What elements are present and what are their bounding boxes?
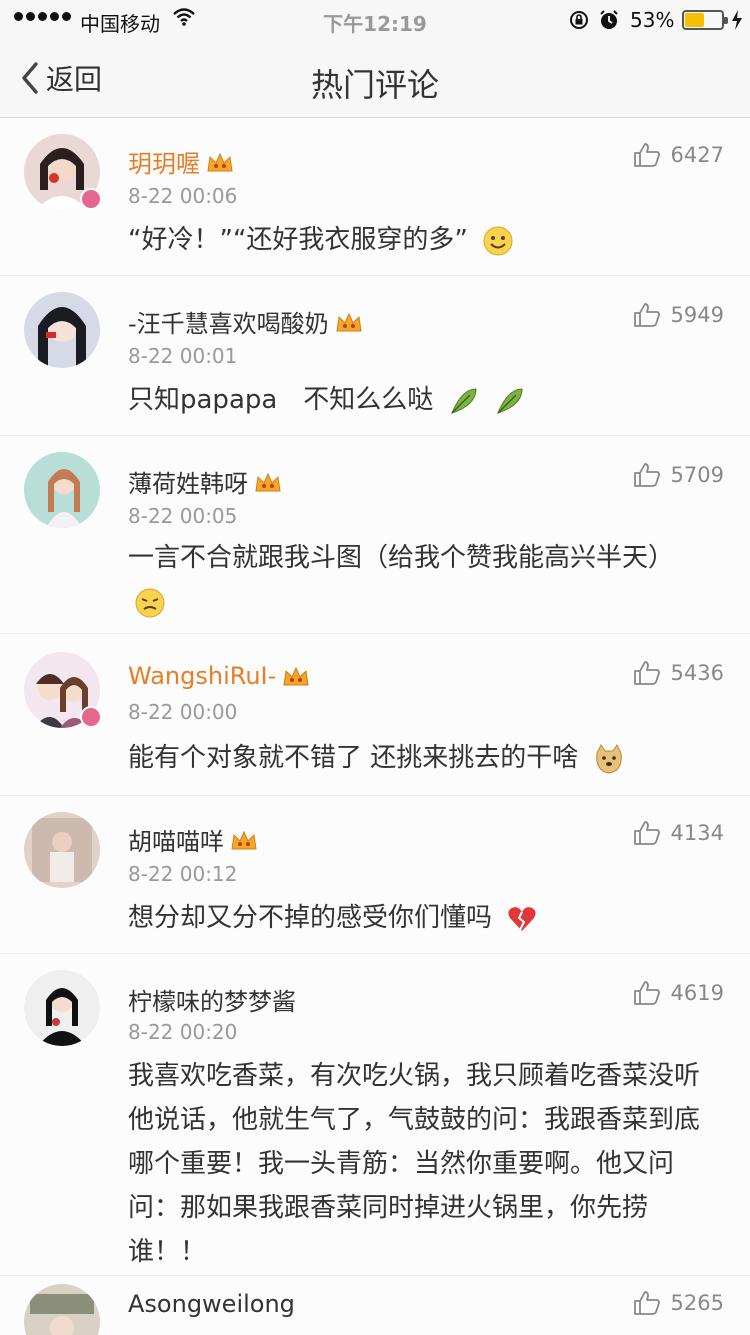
- comment-time: 8-22 00:20: [128, 1020, 238, 1044]
- battery-icon: [682, 10, 728, 30]
- leaf-emoji-icon: [496, 387, 523, 414]
- doge-emoji-icon: [595, 743, 622, 774]
- smile-emoji-icon: [483, 226, 513, 255]
- avatar[interactable]: [24, 1284, 100, 1335]
- thumbs-up-icon: [633, 303, 660, 327]
- comment-text: “好冷！”“还好我衣服穿的多”: [128, 218, 718, 262]
- like-button[interactable]: 5265: [633, 1290, 724, 1316]
- broken-heart-emoji-icon: [508, 906, 536, 931]
- avatar[interactable]: [24, 812, 100, 888]
- comment-text: 想分却又分不掉的感受你们懂吗: [128, 896, 718, 940]
- thumbs-up-icon: [633, 463, 660, 487]
- avatar[interactable]: [24, 452, 100, 528]
- comment-item: 柠檬味的梦梦酱 8-22 00:20 我喜欢吃香菜，有次吃火锅，我只顾着吃香菜没…: [0, 954, 750, 1276]
- like-count: 6427: [670, 143, 724, 167]
- comment-time: 8-22 00:01: [128, 344, 238, 368]
- username[interactable]: 胡喵喵咩: [128, 822, 258, 857]
- comment-text: 我喜欢吃香菜，有次吃火锅，我只顾着吃香菜没听他说话，他就生气了，气鼓鼓的问：我跟…: [128, 1061, 701, 1267]
- like-button[interactable]: 5709: [633, 462, 724, 488]
- vip-crown-icon: [207, 152, 233, 171]
- comment-item: WangshiRuI- 8-22 00:00 能有个对象就不错了 还挑来挑去的干…: [0, 634, 750, 796]
- like-count: 4134: [670, 821, 724, 845]
- comment-item: Asongweilong 5265: [0, 1276, 750, 1335]
- comment-item: 薄荷姓韩呀 8-22 00:05 一言不合就跟我斗图（给我个赞我能高兴半天） 5…: [0, 436, 750, 634]
- comment-text: 能有个对象就不错了 还挑来挑去的干啥: [128, 736, 718, 780]
- vip-crown-icon: [255, 472, 281, 491]
- avatar[interactable]: [24, 970, 100, 1046]
- leaf-emoji-icon: [450, 387, 477, 414]
- charging-icon: [732, 10, 742, 30]
- like-button[interactable]: 5436: [633, 660, 724, 686]
- thumbs-up-icon: [633, 1291, 660, 1315]
- rotation-lock-icon: [570, 11, 588, 29]
- like-button[interactable]: 6427: [633, 142, 724, 168]
- username[interactable]: 薄荷姓韩呀: [128, 464, 282, 499]
- thumbs-up-icon: [633, 981, 660, 1005]
- battery-percent: 53%: [630, 8, 675, 32]
- like-count: 4619: [670, 981, 724, 1005]
- status-bar: 中国移动 下午12:19 53%: [0, 0, 750, 40]
- vip-crown-icon: [283, 666, 309, 686]
- thumbs-up-icon: [633, 661, 660, 685]
- page-title: 热门评论: [310, 66, 439, 104]
- comment-item: 胡喵喵咩 8-22 00:12 想分却又分不掉的感受你们懂吗 4134: [0, 796, 750, 954]
- comment-time: 8-22 00:05: [128, 504, 238, 528]
- comment-item: -汪千慧喜欢喝酸奶 8-22 00:01 只知papapa 不知么么哒 5949: [0, 276, 750, 436]
- comment-text: 只知papapa 不知么么哒: [128, 378, 718, 422]
- thumbs-up-icon: [633, 143, 660, 167]
- like-button[interactable]: 4619: [633, 980, 724, 1006]
- dizzy-emoji-icon: [135, 588, 165, 617]
- username[interactable]: Asongweilong: [128, 1290, 295, 1318]
- username[interactable]: WangshiRuI-: [128, 662, 310, 690]
- verified-badge-icon: [80, 706, 102, 728]
- like-count: 5265: [670, 1291, 724, 1315]
- like-button[interactable]: 4134: [633, 820, 724, 846]
- vip-crown-icon: [231, 830, 257, 849]
- thumbs-up-icon: [633, 821, 660, 845]
- comment-time: 8-22 00:12: [128, 862, 238, 886]
- username[interactable]: 柠檬味的梦梦酱: [128, 982, 296, 1017]
- avatar[interactable]: [24, 292, 100, 368]
- comment-text: 一言不合就跟我斗图（给我个赞我能高兴半天）: [128, 536, 718, 624]
- comment-time: 8-22 00:06: [128, 184, 238, 208]
- like-button[interactable]: 5949: [633, 302, 724, 328]
- username[interactable]: -汪千慧喜欢喝酸奶: [128, 304, 363, 339]
- like-count: 5436: [670, 661, 724, 685]
- vip-crown-icon: [336, 312, 362, 331]
- nav-bar: 返回 热门评论: [0, 40, 750, 118]
- like-count: 5949: [670, 303, 724, 327]
- comment-item: 玥玥喔 8-22 00:06 “好冷！”“还好我衣服穿的多” 6427: [0, 118, 750, 276]
- verified-badge-icon: [80, 188, 102, 210]
- alarm-icon: [600, 10, 618, 29]
- like-count: 5709: [670, 463, 724, 487]
- comment-time: 8-22 00:00: [128, 700, 238, 724]
- username[interactable]: 玥玥喔: [128, 144, 234, 179]
